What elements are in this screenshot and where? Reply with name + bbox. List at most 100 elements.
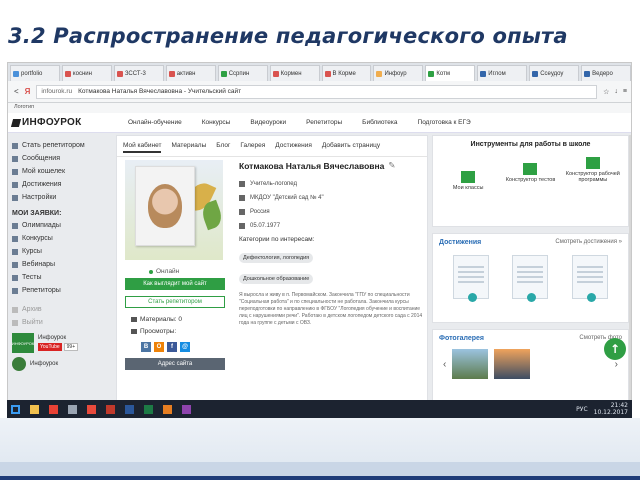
certificate-item[interactable] (572, 255, 609, 302)
sidebar-item-label: Курсы (22, 248, 42, 255)
browser-tab[interactable]: Иглом (477, 65, 528, 81)
person-icon (239, 181, 245, 187)
language-indicator[interactable]: РУС (576, 406, 587, 413)
browser-tab[interactable]: Ссрпин (217, 65, 268, 81)
browser-tab[interactable]: portfolio (10, 65, 60, 81)
sidebar-item-tutors[interactable]: Репетиторы (12, 284, 110, 297)
sidebar-item-label: Вебинары (22, 261, 56, 268)
media-icon[interactable] (68, 404, 77, 414)
youtube-button[interactable]: YouTube (38, 343, 62, 351)
site-address-button[interactable]: Адрес сайта (125, 358, 225, 370)
sidebar-item-courses[interactable]: Курсы (12, 245, 110, 258)
browser-tab[interactable]: ЗССТ-3 (113, 65, 164, 81)
menu-contests[interactable]: Конкурсы (202, 119, 231, 126)
gallery-prev-icon[interactable]: ‹ (443, 359, 446, 370)
vk-icon[interactable]: В (141, 342, 151, 352)
menu-videos[interactable]: Видеоуроки (250, 119, 286, 126)
paint-icon[interactable] (163, 404, 172, 414)
sidebar-item-become-tutor[interactable]: Стать репетитором (12, 139, 110, 152)
bookmarks-bar[interactable]: Логотип (8, 103, 631, 113)
yandex-icon[interactable] (87, 404, 96, 414)
avatar[interactable] (135, 166, 195, 246)
facebook-icon[interactable]: f (167, 342, 177, 352)
infourok-group[interactable]: Инфоурок (12, 357, 110, 371)
menu-ege[interactable]: Подготовка к ЕГЭ (418, 119, 471, 126)
browser-tab[interactable]: Котм (425, 65, 476, 81)
browser-tab[interactable]: Ведеро (581, 65, 631, 81)
sidebar-item-messages[interactable]: Сообщения (12, 152, 110, 165)
profile-info: Котмакова Наталья Вячеславовна ✎ Учитель… (239, 160, 425, 327)
url-field[interactable]: infourok.ru Котмакова Наталья Вячеславов… (36, 84, 598, 99)
sidebar-item-webinars[interactable]: Вебинары (12, 258, 110, 271)
sidebar-item-tests[interactable]: Тесты (12, 271, 110, 284)
logout-icon (12, 319, 18, 326)
sidebar-item-logout[interactable]: Выйти (12, 316, 110, 329)
excel-icon[interactable] (144, 404, 153, 414)
browser-tab[interactable]: В Корме (321, 65, 372, 81)
menu-library[interactable]: Библиотека (362, 119, 397, 126)
clock[interactable]: 21:42 10.12.2017 (594, 402, 628, 416)
chrome-icon[interactable] (49, 404, 58, 414)
tool-my-classes[interactable]: Мои классы (440, 171, 496, 191)
tool-program-builder[interactable]: Конструктор рабочей программы (565, 157, 621, 191)
tool-test-builder[interactable]: Конструктор тестов (502, 163, 558, 191)
menu-tutors[interactable]: Репетиторы (306, 119, 342, 126)
browser-tab[interactable]: Ссеудоу (529, 65, 580, 81)
gallery-photo[interactable] (452, 349, 489, 379)
start-icon[interactable] (11, 404, 20, 414)
browser-tab[interactable]: коснин (61, 65, 112, 81)
tab-my-cabinet[interactable]: Мой кабинет (123, 142, 162, 153)
sidebar-item-wallet[interactable]: Мой кошелек (12, 165, 110, 178)
slide-footer-decoration (0, 418, 640, 480)
avatar-face (148, 184, 182, 228)
word-icon[interactable] (125, 404, 134, 414)
seal-icon (587, 293, 597, 302)
left-sidebar: Стать репетитором Сообщения Мой кошелек … (8, 135, 114, 417)
tab-blog[interactable]: Блог (216, 142, 230, 153)
certificate-item[interactable] (512, 255, 549, 302)
browser-tab[interactable]: Кормен (269, 65, 320, 81)
scroll-up-button[interactable]: ↑ (604, 338, 626, 360)
gallery-photo[interactable] (494, 349, 531, 379)
opera-icon[interactable] (106, 404, 115, 414)
menu-icon[interactable]: ≡ (623, 88, 627, 96)
certificate-item[interactable] (452, 255, 489, 302)
edit-icon[interactable]: ✎ (388, 160, 395, 171)
yandex-icon[interactable]: Я (25, 87, 31, 96)
interest-chip[interactable]: Дефектология, логопедия (239, 253, 314, 263)
gallery-next-icon[interactable]: › (615, 359, 618, 370)
achievements-link[interactable]: Смотреть достижения » (555, 239, 622, 246)
tab-label: Ссеудоу (540, 70, 564, 77)
sidebar-item-archive[interactable]: Архив (12, 303, 110, 316)
interest-chip[interactable]: Дошкольное образование (239, 274, 314, 284)
tab-favicon-icon (480, 70, 487, 77)
site-logo[interactable]: ИНФОУРОК (10, 117, 122, 128)
sidebar-item-achievements[interactable]: Достижения (12, 178, 110, 191)
browser-tab[interactable]: Инфоур (373, 65, 424, 81)
browser-tab[interactable]: активн (165, 65, 216, 81)
become-tutor-button[interactable]: Стать репетитором (125, 296, 225, 308)
logo-text: ИНФОУРОК (22, 117, 82, 128)
back-button[interactable]: < (14, 87, 19, 96)
sidebar-item-olympiads[interactable]: Олимпиады (12, 219, 110, 232)
bookmark-star-icon[interactable]: ☆ (603, 88, 609, 96)
tab-materials[interactable]: Материалы (171, 142, 206, 153)
app-icon[interactable] (182, 404, 191, 414)
profile-name-row: Котмакова Наталья Вячеславовна ✎ (239, 160, 425, 171)
sidebar-item-settings[interactable]: Настройки (12, 191, 110, 204)
ok-icon[interactable]: О (154, 342, 164, 352)
tab-label: Ссрпин (228, 70, 250, 77)
mail-icon[interactable]: @ (180, 342, 190, 352)
page-scrollbar[interactable] (629, 135, 631, 417)
tab-label: Кормен (280, 70, 302, 77)
menu-online[interactable]: Онлайн-обучение (128, 119, 182, 126)
explorer-icon[interactable] (30, 404, 39, 414)
tab-add-page[interactable]: Добавить страницу (322, 142, 380, 153)
download-icon[interactable]: ↓ (614, 88, 618, 96)
sidebar-item-contests[interactable]: Конкурсы (12, 232, 110, 245)
sidebar-item-label: Конкурсы (22, 235, 53, 242)
tab-achievements[interactable]: Достижения (275, 142, 312, 153)
view-site-button[interactable]: Как выглядит мой сайт (125, 278, 225, 290)
tab-gallery[interactable]: Галерея (240, 142, 265, 153)
infourok-thumb[interactable]: ИНФОУРОК (12, 333, 34, 353)
